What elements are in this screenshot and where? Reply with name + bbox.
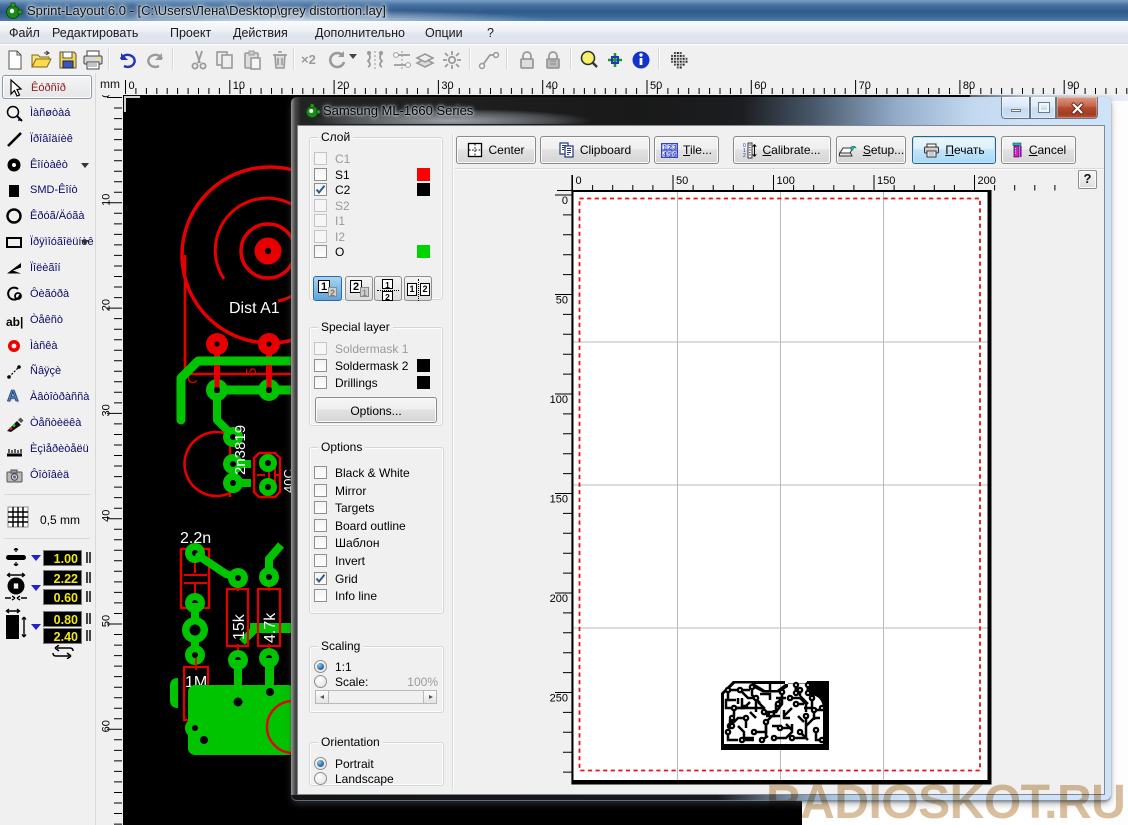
svg-text:0: 0 xyxy=(101,95,113,98)
svg-text:30: 30 xyxy=(441,80,453,92)
svg-text:5: 5 xyxy=(668,151,672,158)
svg-text:4: 4 xyxy=(663,151,667,158)
svg-text:0: 0 xyxy=(562,195,568,207)
svg-text:15k: 15k xyxy=(231,613,248,640)
svg-text:2: 2 xyxy=(668,144,672,151)
svg-text:30: 30 xyxy=(101,404,113,416)
svg-text:50: 50 xyxy=(676,175,688,187)
svg-text:100: 100 xyxy=(550,394,568,406)
svg-text:0: 0 xyxy=(129,80,135,92)
svg-text:50: 50 xyxy=(101,615,113,627)
svg-text:40: 40 xyxy=(101,510,113,522)
svg-text:60: 60 xyxy=(101,720,113,732)
svg-text:200: 200 xyxy=(550,593,568,605)
svg-text:100: 100 xyxy=(777,175,795,187)
svg-text:150: 150 xyxy=(877,175,895,187)
svg-text:50: 50 xyxy=(556,295,568,307)
svg-text:2: 2 xyxy=(743,153,746,159)
svg-text:70: 70 xyxy=(859,80,871,92)
svg-text:20: 20 xyxy=(101,299,113,311)
svg-text:50: 50 xyxy=(650,80,662,92)
svg-text:250: 250 xyxy=(550,693,568,705)
svg-text:20: 20 xyxy=(337,80,349,92)
svg-text:0: 0 xyxy=(576,175,582,187)
svg-text:60: 60 xyxy=(754,80,766,92)
svg-text:80: 80 xyxy=(963,80,975,92)
svg-text:4.7k: 4.7k xyxy=(262,612,279,643)
svg-text:200: 200 xyxy=(978,175,996,187)
svg-text:150: 150 xyxy=(550,494,568,506)
svg-text:5: 5 xyxy=(243,368,260,376)
svg-text:40: 40 xyxy=(546,80,558,92)
svg-text:3: 3 xyxy=(673,144,677,151)
svg-text:10: 10 xyxy=(101,194,113,206)
svg-text:90: 90 xyxy=(1067,80,1079,92)
svg-text:Dist A1: Dist A1 xyxy=(229,300,280,317)
svg-text:10: 10 xyxy=(233,80,245,92)
svg-text:1: 1 xyxy=(663,144,667,151)
svg-text:2n3819: 2n3819 xyxy=(232,425,249,475)
svg-text:6: 6 xyxy=(673,151,677,158)
